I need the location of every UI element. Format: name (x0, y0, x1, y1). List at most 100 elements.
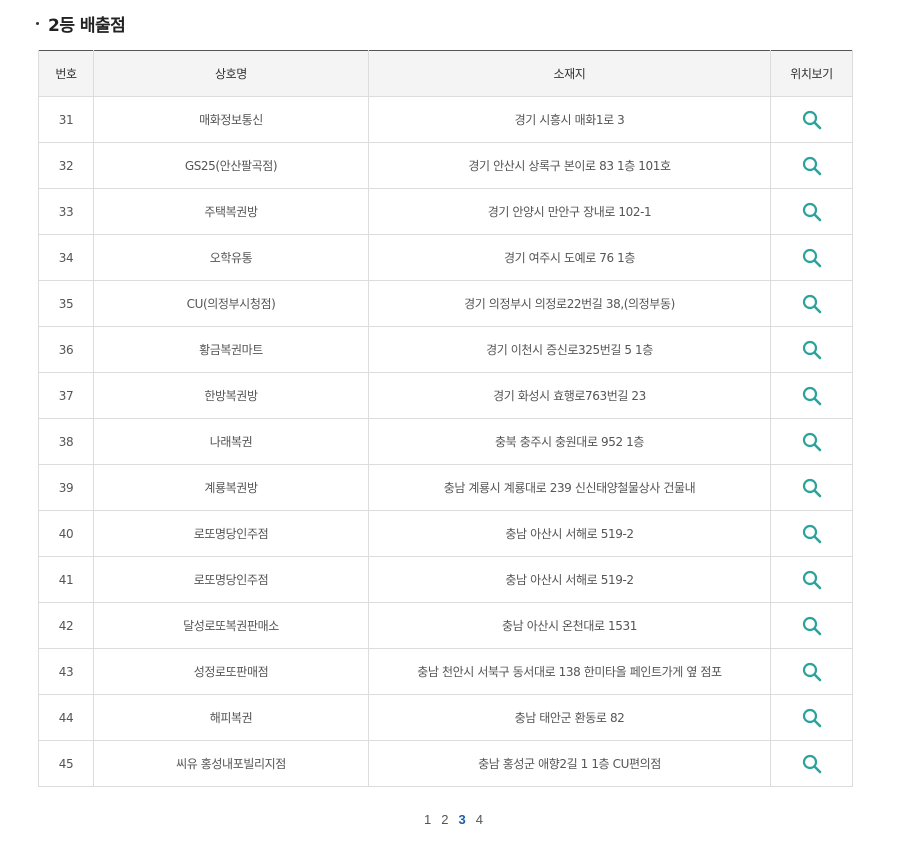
page-link-3[interactable]: 3 (459, 812, 466, 827)
row-address: 충남 태안군 환동로 82 (368, 694, 771, 741)
section-header: 2등 배출점 (36, 10, 126, 36)
row-location-cell (770, 510, 853, 557)
header-shop-name: 상호명 (93, 50, 369, 97)
row-number: 37 (38, 372, 94, 419)
row-location-cell (770, 142, 853, 189)
row-shop-name: GS25(안산팔곡점) (93, 142, 369, 189)
search-icon[interactable] (802, 754, 822, 774)
table-row: 41 로또명당인주점 충남 아산시 서해로 519-2 (38, 556, 853, 603)
table-header-row: 번호 상호명 소재지 위치보기 (38, 50, 853, 97)
search-icon[interactable] (802, 294, 822, 314)
row-shop-name: 주택복권방 (93, 188, 369, 235)
row-location-cell (770, 188, 853, 235)
row-location-cell (770, 96, 853, 143)
row-shop-name: 계룡복권방 (93, 464, 369, 511)
row-address: 충남 아산시 온천대로 1531 (368, 602, 771, 649)
shop-table: 번호 상호명 소재지 위치보기 31 매화정보통신 경기 시흥시 매화1로 3 32 G… (38, 50, 853, 787)
table-row: 43 성정로또판매점 충남 천안시 서북구 동서대로 138 한미타올 페인트가게 … (38, 648, 853, 695)
search-icon[interactable] (802, 616, 822, 636)
row-shop-name: 오학유통 (93, 234, 369, 281)
row-shop-name: 성정로또판매점 (93, 648, 369, 695)
row-address: 충남 아산시 서해로 519-2 (368, 556, 771, 603)
header-address: 소재지 (368, 50, 771, 97)
search-icon[interactable] (802, 662, 822, 682)
pagination: 1234 (0, 812, 907, 828)
search-icon[interactable] (802, 478, 822, 498)
row-address: 충남 계룡시 계룡대로 239 신신태양철물상사 건물내 (368, 464, 771, 511)
row-address: 충남 아산시 서해로 519-2 (368, 510, 771, 557)
table-row: 45 씨유 홍성내포빌리지점 충남 홍성군 애향2길 1 1층 CU편의점 (38, 740, 853, 787)
row-number: 44 (38, 694, 94, 741)
row-number: 36 (38, 326, 94, 373)
table-row: 42 달성로또복권판매소 충남 아산시 온천대로 1531 (38, 602, 853, 649)
row-number: 45 (38, 740, 94, 787)
search-icon[interactable] (802, 432, 822, 452)
search-icon[interactable] (802, 340, 822, 360)
row-address: 경기 화성시 효행로763번길 23 (368, 372, 771, 419)
row-location-cell (770, 648, 853, 695)
section-title: 2등 배출점 (48, 15, 126, 36)
table-row: 34 오학유통 경기 여주시 도예로 76 1층 (38, 234, 853, 281)
table-row: 38 나래복권 충북 충주시 충원대로 952 1층 (38, 418, 853, 465)
row-number: 31 (38, 96, 94, 143)
row-number: 32 (38, 142, 94, 189)
row-shop-name: 로또명당인주점 (93, 556, 369, 603)
page-link-1[interactable]: 1 (424, 812, 431, 827)
row-address: 경기 시흥시 매화1로 3 (368, 96, 771, 143)
search-icon[interactable] (802, 708, 822, 728)
table-row: 39 계룡복권방 충남 계룡시 계룡대로 239 신신태양철물상사 건물내 (38, 464, 853, 511)
row-address: 충남 천안시 서북구 동서대로 138 한미타올 페인트가게 옆 점포 (368, 648, 771, 695)
search-icon[interactable] (802, 248, 822, 268)
row-location-cell (770, 234, 853, 281)
table-row: 31 매화정보통신 경기 시흥시 매화1로 3 (38, 96, 853, 143)
search-icon[interactable] (802, 524, 822, 544)
table-row: 36 황금복권마트 경기 이천시 증신로325번길 5 1층 (38, 326, 853, 373)
table-row: 32 GS25(안산팔곡점) 경기 안산시 상록구 본이로 83 1층 101호 (38, 142, 853, 189)
search-icon[interactable] (802, 202, 822, 222)
row-address: 경기 안양시 만안구 장내로 102-1 (368, 188, 771, 235)
row-shop-name: 로또명당인주점 (93, 510, 369, 557)
row-number: 43 (38, 648, 94, 695)
row-location-cell (770, 602, 853, 649)
row-number: 38 (38, 418, 94, 465)
row-address: 경기 안산시 상록구 본이로 83 1층 101호 (368, 142, 771, 189)
row-location-cell (770, 464, 853, 511)
page-link-2[interactable]: 2 (441, 812, 448, 827)
row-number: 42 (38, 602, 94, 649)
row-shop-name: 씨유 홍성내포빌리지점 (93, 740, 369, 787)
table-row: 35 CU(의정부시청점) 경기 의정부시 의정로22번길 38,(의정부동) (38, 280, 853, 327)
row-shop-name: 한방복권방 (93, 372, 369, 419)
row-location-cell (770, 556, 853, 603)
search-icon[interactable] (802, 386, 822, 406)
row-address: 경기 의정부시 의정로22번길 38,(의정부동) (368, 280, 771, 327)
bullet-icon (36, 21, 39, 25)
row-address: 경기 이천시 증신로325번길 5 1층 (368, 326, 771, 373)
row-shop-name: 황금복권마트 (93, 326, 369, 373)
row-shop-name: 달성로또복권판매소 (93, 602, 369, 649)
table-row: 37 한방복권방 경기 화성시 효행로763번길 23 (38, 372, 853, 419)
row-location-cell (770, 418, 853, 465)
search-icon[interactable] (802, 156, 822, 176)
header-location-view: 위치보기 (770, 50, 853, 97)
row-shop-name: 매화정보통신 (93, 96, 369, 143)
table-row: 44 해피복권 충남 태안군 환동로 82 (38, 694, 853, 741)
page-link-4[interactable]: 4 (476, 812, 483, 827)
search-icon[interactable] (802, 110, 822, 130)
row-number: 35 (38, 280, 94, 327)
table-row: 33 주택복권방 경기 안양시 만안구 장내로 102-1 (38, 188, 853, 235)
row-location-cell (770, 372, 853, 419)
row-shop-name: 나래복권 (93, 418, 369, 465)
row-shop-name: 해피복권 (93, 694, 369, 741)
row-address: 충남 홍성군 애향2길 1 1층 CU편의점 (368, 740, 771, 787)
row-number: 40 (38, 510, 94, 557)
search-icon[interactable] (802, 570, 822, 590)
row-number: 41 (38, 556, 94, 603)
row-address: 경기 여주시 도예로 76 1층 (368, 234, 771, 281)
header-number: 번호 (38, 50, 94, 97)
row-shop-name: CU(의정부시청점) (93, 280, 369, 327)
row-number: 33 (38, 188, 94, 235)
row-address: 충북 충주시 충원대로 952 1층 (368, 418, 771, 465)
table-row: 40 로또명당인주점 충남 아산시 서해로 519-2 (38, 510, 853, 557)
row-location-cell (770, 280, 853, 327)
row-location-cell (770, 694, 853, 741)
